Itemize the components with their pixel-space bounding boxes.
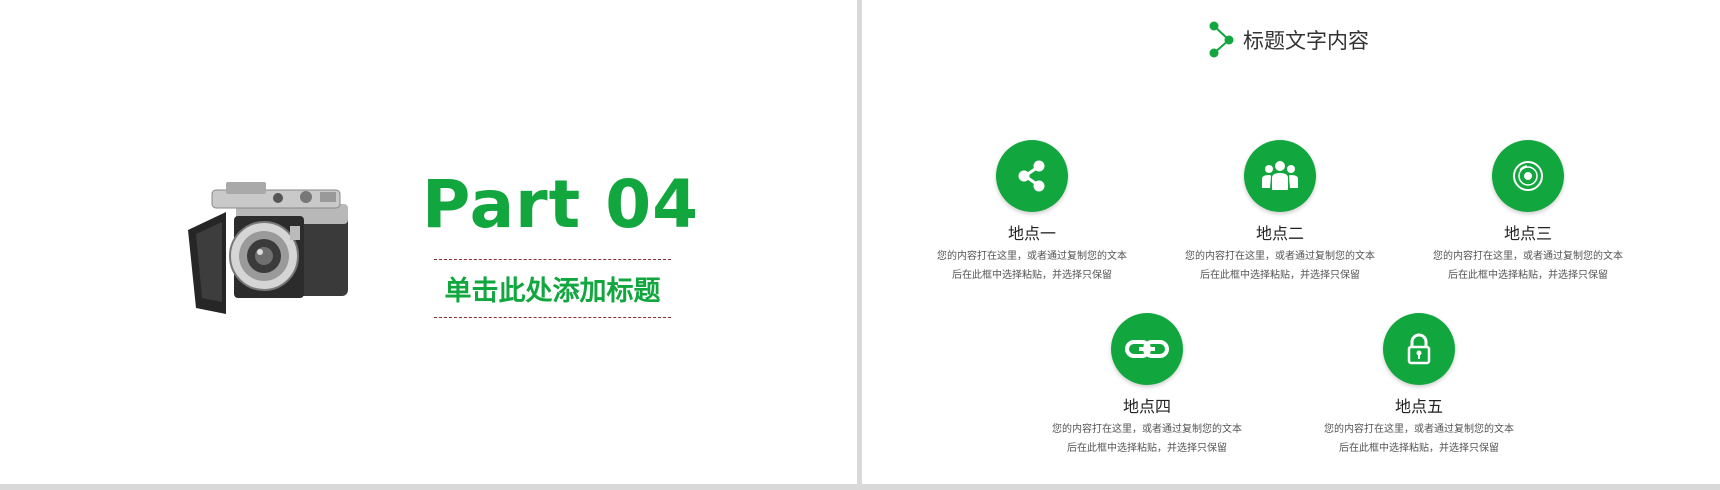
group-people-icon (1262, 161, 1298, 190)
description-line: 您的内容打在这里，或者通过复制您的文本 (1324, 424, 1514, 435)
location-item: 地点二 您的内容打在这里，或者通过复制您的文本 后在此框中选择粘贴，并选择只保留 (1155, 140, 1405, 285)
location-title: 地点二 (1255, 224, 1304, 243)
location-title: 地点四 (1122, 397, 1171, 416)
lock-icon (1407, 333, 1431, 365)
link-icon (1125, 340, 1169, 358)
location-title: 地点一 (1007, 224, 1056, 243)
description-line: 您的内容打在这里，或者通过复制您的文本 (1433, 251, 1623, 262)
description-line: 后在此框中选择粘贴，并选择只保留 (1067, 443, 1227, 454)
location-title: 地点三 (1503, 224, 1552, 243)
section-subtitle[interactable]: 单击此处添加标题 (445, 269, 661, 308)
location-description: 您的内容打在这里，或者通过复制您的文本 后在此框中选择粘贴，并选择只保留 (907, 247, 1157, 285)
description-line: 您的内容打在这里，或者通过复制您的文本 (1185, 251, 1375, 262)
description-line: 后在此框中选择粘贴，并选择只保留 (1339, 443, 1499, 454)
description-line: 后在此框中选择粘贴，并选择只保留 (952, 270, 1112, 281)
location-description: 您的内容打在这里，或者通过复制您的文本 后在此框中选择粘贴，并选择只保留 (1294, 420, 1544, 458)
description-line: 您的内容打在这里，或者通过复制您的文本 (937, 251, 1127, 262)
location-title: 地点五 (1394, 397, 1443, 416)
location-description: 您的内容打在这里，或者通过复制您的文本 后在此框中选择粘贴，并选择只保留 (1155, 247, 1405, 285)
section-title: Part 04 (422, 166, 700, 243)
description-line: 后在此框中选择粘贴，并选择只保留 (1448, 270, 1608, 281)
subtitle-frame: 单击此处添加标题 (434, 259, 671, 318)
location-description: 您的内容打在这里，或者通过复制您的文本 后在此框中选择粘贴，并选择只保留 (1403, 247, 1653, 285)
disc-icon-badge (1492, 140, 1564, 212)
branch-nodes-icon (1209, 21, 1234, 58)
location-item: 地点四 您的内容打在这里，或者通过复制您的文本 后在此框中选择粘贴，并选择只保留 (1022, 313, 1272, 458)
slide-header: 标题文字内容 (1207, 20, 1369, 60)
disc-icon (1513, 161, 1543, 191)
share-icon-badge (996, 140, 1068, 212)
link-icon-badge (1111, 313, 1183, 385)
share-icon (1018, 160, 1045, 192)
camera-image (188, 182, 348, 314)
location-item: 地点五 您的内容打在这里，或者通过复制您的文本 后在此框中选择粘贴，并选择只保留 (1294, 313, 1544, 458)
section-slide: Part 04 单击此处添加标题 (0, 0, 857, 484)
description-line: 您的内容打在这里，或者通过复制您的文本 (1052, 424, 1242, 435)
location-description: 您的内容打在这里，或者通过复制您的文本 后在此框中选择粘贴，并选择只保留 (1022, 420, 1272, 458)
description-line: 后在此框中选择粘贴，并选择只保留 (1200, 270, 1360, 281)
lock-icon-badge (1383, 313, 1455, 385)
content-slide: 标题文字内容 地点一 您的内容打在这里，或者通过复制您的文本 后在此框中选择粘贴… (862, 0, 1720, 484)
location-item: 地点一 您的内容打在这里，或者通过复制您的文本 后在此框中选择粘贴，并选择只保留 (907, 140, 1157, 285)
group-icon-badge (1244, 140, 1316, 212)
location-item: 地点三 您的内容打在这里，或者通过复制您的文本 后在此框中选择粘贴，并选择只保留 (1403, 140, 1653, 285)
slide-title: 标题文字内容 (1243, 29, 1369, 53)
